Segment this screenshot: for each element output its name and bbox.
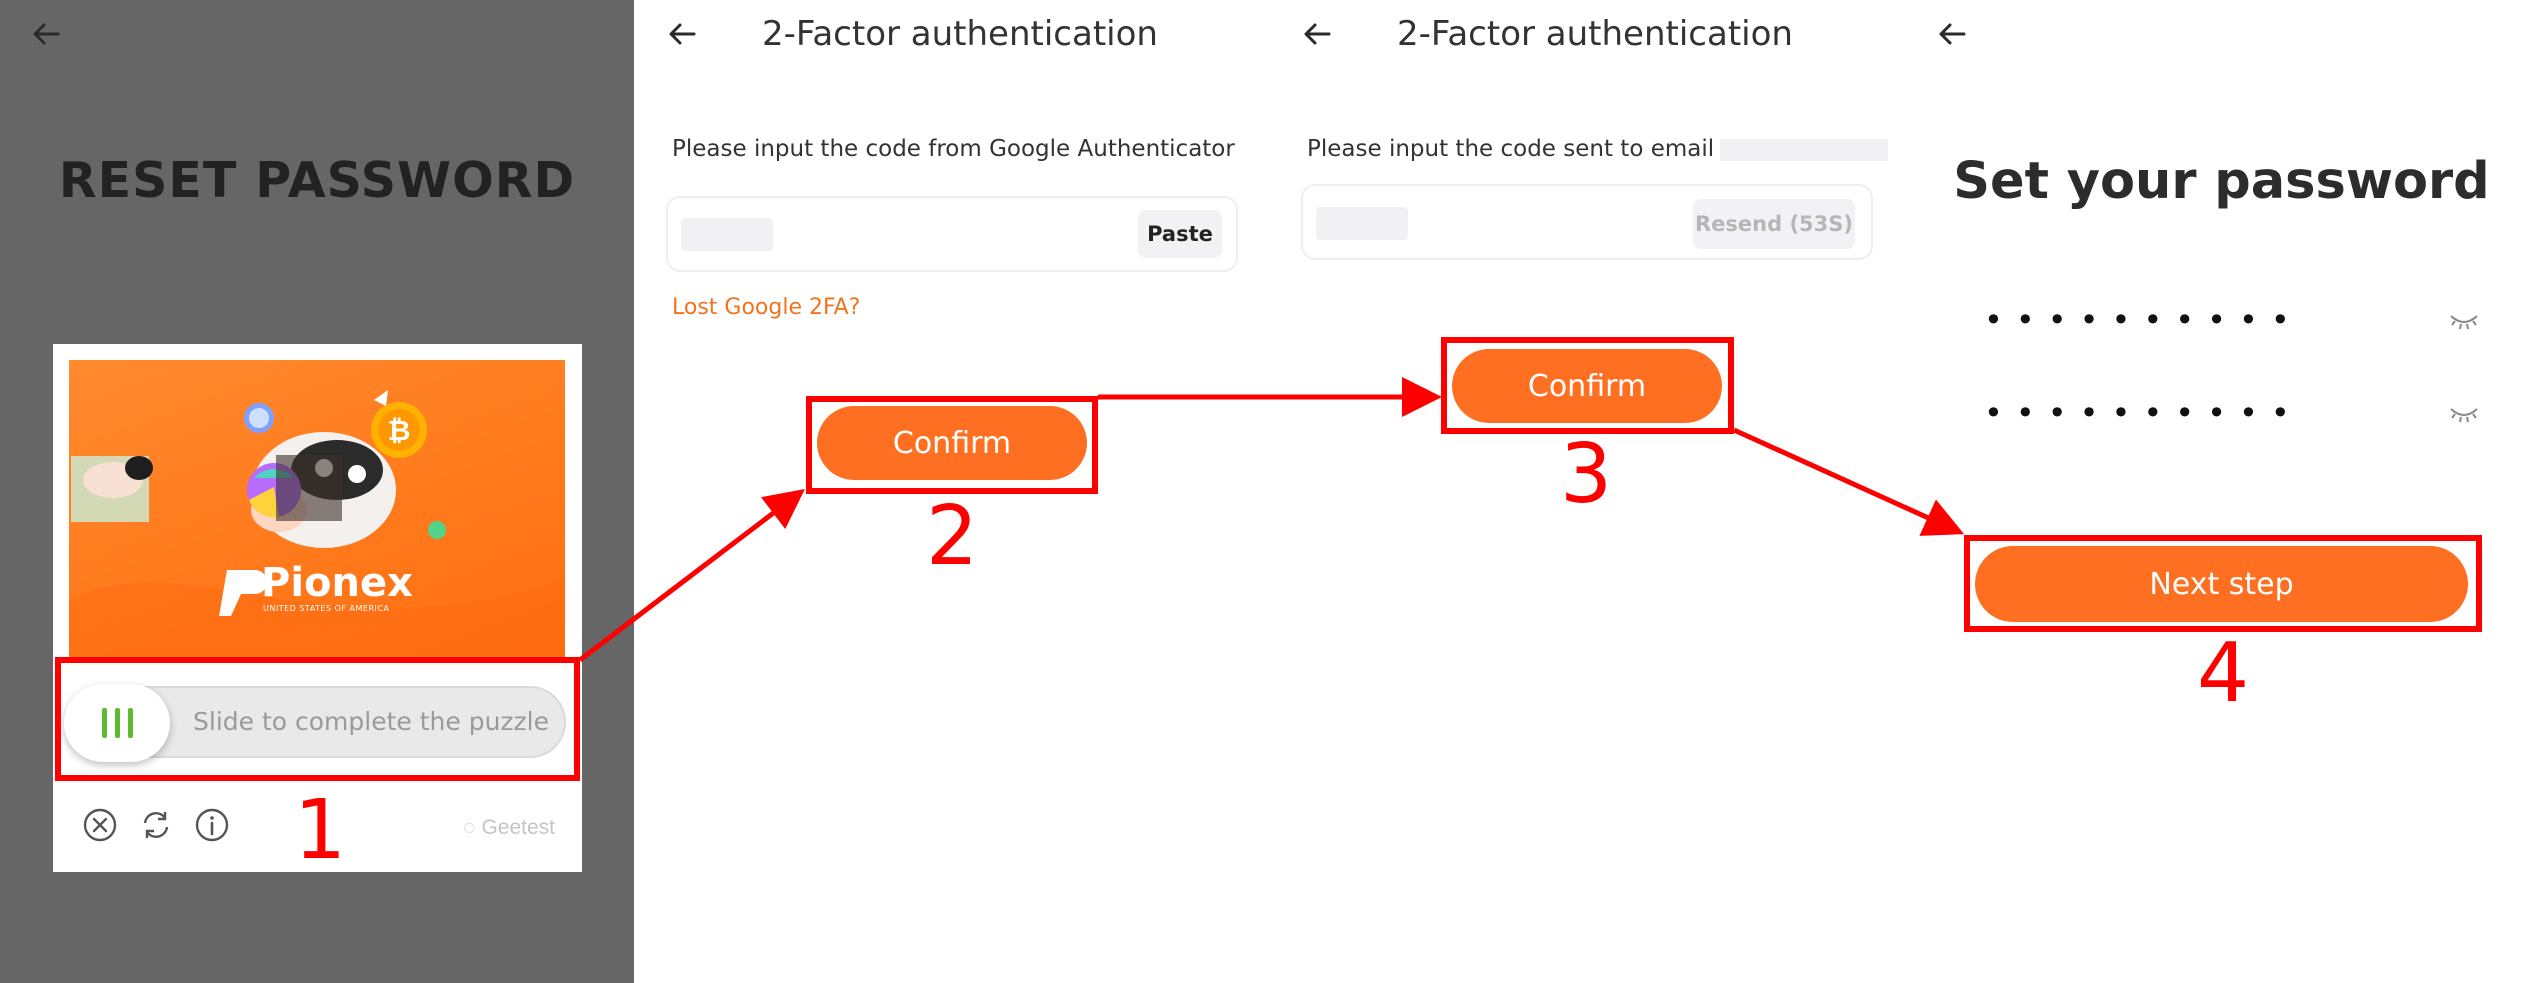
password-field[interactable]: •••••••••• <box>1984 300 2479 340</box>
back-arrow-icon[interactable] <box>1295 12 1339 56</box>
confirm-password-mask: •••••••••• <box>1984 394 2303 432</box>
instruction-text: Please input the code sent to email <box>1307 136 1889 162</box>
captcha-slider-handle[interactable] <box>64 684 170 762</box>
lost-2fa-link[interactable]: Lost Google 2FA? <box>672 295 860 320</box>
captcha-brand-text: Pionex <box>261 560 413 606</box>
instruction-label: Please input the code sent to email <box>1307 136 1715 162</box>
next-step-button[interactable]: Next step <box>1975 546 2468 622</box>
geetest-provider-label: ◌ Geetest <box>463 816 555 840</box>
confirm-button[interactable]: Confirm <box>1452 349 1722 423</box>
page-title: 2-Factor authentication <box>1397 14 1793 54</box>
info-icon[interactable] <box>193 806 231 844</box>
back-arrow-icon[interactable] <box>660 12 704 56</box>
refresh-icon[interactable] <box>137 806 175 844</box>
geetest-text: Geetest <box>481 816 555 839</box>
resend-button[interactable]: Resend (53S) <box>1693 199 1855 249</box>
eye-closed-icon[interactable] <box>2449 401 2479 425</box>
instruction-text: Please input the code from Google Authen… <box>672 136 1235 162</box>
confirm-password-field[interactable]: •••••••••• <box>1984 393 2479 433</box>
set-password-panel: Set your password •••••••••• •••••••••• … <box>1904 0 2539 983</box>
captcha-illustration: ₿ <box>69 390 565 658</box>
back-arrow-icon[interactable] <box>24 12 68 56</box>
captcha-slider-track[interactable]: Slide to complete the puzzle <box>64 684 566 762</box>
step2-number: 2 <box>926 489 979 584</box>
redacted-code <box>681 218 773 251</box>
paste-button[interactable]: Paste <box>1138 210 1222 258</box>
back-arrow-icon[interactable] <box>1930 12 1974 56</box>
step4-number: 4 <box>2197 626 2250 721</box>
svg-text:₿: ₿ <box>388 414 411 447</box>
redacted-code <box>1316 207 1408 240</box>
password-mask: •••••••••• <box>1984 301 2303 339</box>
geetest-logo-icon: ◌ <box>463 816 476 839</box>
page-title: Set your password <box>1953 152 2490 211</box>
grip-line <box>101 708 107 738</box>
code-input[interactable]: Paste <box>666 196 1238 272</box>
page-title: 2-Factor authentication <box>762 14 1158 54</box>
captcha-puzzle-image: ₿ Pionex UNITED STATES OF AMERICA <box>69 360 565 658</box>
confirm-button[interactable]: Confirm <box>817 406 1087 480</box>
redacted-email <box>1720 138 1889 161</box>
slider-hint-text: Slide to complete the puzzle <box>193 707 549 736</box>
step3-number: 3 <box>1560 427 1613 522</box>
page-title: RESET PASSWORD <box>58 152 576 209</box>
grip-line <box>114 708 120 738</box>
step1-number: 1 <box>294 783 347 878</box>
captcha-toolbar <box>81 806 231 844</box>
close-icon[interactable] <box>81 806 119 844</box>
captcha-brand-subtext: UNITED STATES OF AMERICA <box>263 604 390 613</box>
grip-line <box>127 708 133 738</box>
code-input[interactable]: Resend (53S) <box>1301 184 1873 260</box>
eye-closed-icon[interactable] <box>2449 308 2479 332</box>
